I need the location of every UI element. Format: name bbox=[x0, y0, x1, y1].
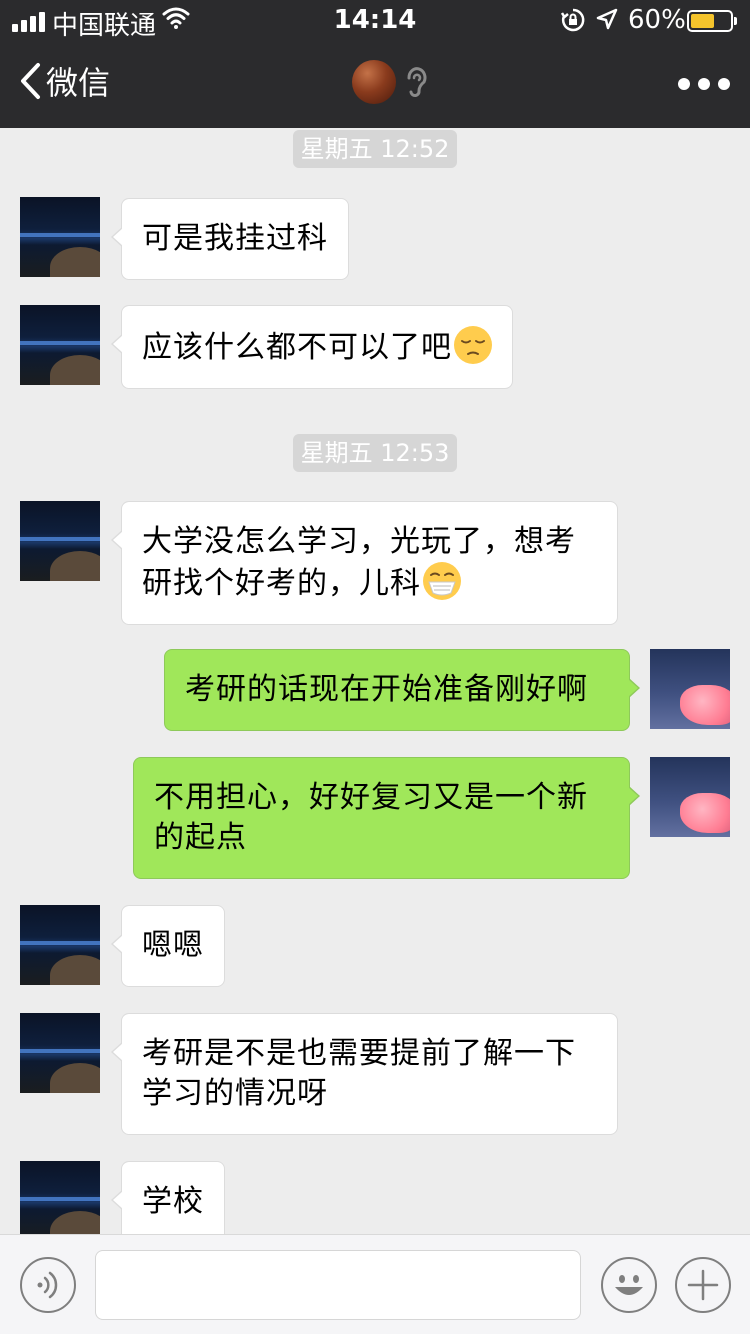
mask-face-emoji bbox=[423, 562, 461, 600]
message-sent[interactable]: 不用担心，好好复习又是一个新 的起点 bbox=[133, 757, 640, 879]
more-icon[interactable] bbox=[678, 78, 730, 90]
header: 中国联通 14:14 60% 微信 bbox=[0, 0, 750, 128]
pensive-face-emoji bbox=[454, 326, 492, 364]
contact-avatar[interactable] bbox=[20, 197, 100, 277]
timestamp: 星期五 12:52 bbox=[293, 130, 457, 168]
message-text: 不用担心，好好复习又是一个新 bbox=[154, 780, 588, 815]
message-text: 的起点 bbox=[154, 820, 247, 855]
plus-button[interactable] bbox=[675, 1257, 731, 1313]
back-button[interactable]: 微信 bbox=[18, 58, 110, 104]
battery-icon bbox=[687, 10, 737, 32]
message-text: 大学没怎么学习，光玩了，想考 bbox=[142, 524, 576, 559]
voice-button[interactable] bbox=[20, 1257, 76, 1313]
location-icon bbox=[595, 7, 619, 38]
message-text: 嗯嗯 bbox=[142, 928, 204, 963]
message-text: 考研的话现在开始准备刚好啊 bbox=[185, 672, 588, 707]
user-avatar[interactable] bbox=[650, 649, 730, 729]
contact-avatar[interactable] bbox=[20, 305, 100, 385]
message-text: 学习的情况呀 bbox=[142, 1076, 328, 1111]
message-text: 考研是不是也需要提前了解一下 bbox=[142, 1036, 576, 1071]
message-received[interactable]: 学校 bbox=[111, 1161, 225, 1234]
message-received[interactable]: 嗯嗯 bbox=[111, 905, 225, 987]
chevron-left-icon bbox=[18, 61, 42, 101]
message-text: 研找个好考的，儿科 bbox=[142, 566, 421, 601]
message-received[interactable]: 可是我挂过科 bbox=[111, 198, 349, 280]
message-received[interactable]: 大学没怎么学习，光玩了，想考 研找个好考的，儿科 bbox=[111, 501, 618, 625]
input-bar bbox=[0, 1234, 750, 1334]
chat-area[interactable]: 星期五 12:52 可是我挂过科 应该什么都不可以了吧 星期五 12:53 大学… bbox=[0, 128, 750, 1234]
emoji-button[interactable] bbox=[601, 1257, 657, 1313]
contact-avatar[interactable] bbox=[20, 1161, 100, 1234]
message-text: 学校 bbox=[142, 1184, 204, 1219]
message-received[interactable]: 应该什么都不可以了吧 bbox=[111, 305, 513, 389]
message-text: 可是我挂过科 bbox=[142, 221, 328, 256]
contact-avatar[interactable] bbox=[20, 501, 100, 581]
user-avatar[interactable] bbox=[650, 757, 730, 837]
rotation-lock-icon bbox=[560, 7, 586, 40]
message-sent[interactable]: 考研的话现在开始准备刚好啊 bbox=[164, 649, 640, 731]
back-label: 微信 bbox=[46, 64, 111, 102]
timestamp: 星期五 12:53 bbox=[293, 434, 457, 472]
contact-avatar[interactable] bbox=[352, 60, 396, 104]
battery-percent: 60% bbox=[628, 5, 686, 35]
battery-fill bbox=[691, 14, 714, 28]
contact-avatar[interactable] bbox=[20, 905, 100, 985]
message-input[interactable] bbox=[95, 1250, 581, 1320]
message-text: 应该什么都不可以了吧 bbox=[142, 330, 452, 365]
status-bar: 中国联通 14:14 60% bbox=[0, 0, 750, 41]
contact-avatar[interactable] bbox=[20, 1013, 100, 1093]
ear-icon bbox=[404, 64, 430, 104]
message-received[interactable]: 考研是不是也需要提前了解一下 学习的情况呀 bbox=[111, 1013, 618, 1135]
